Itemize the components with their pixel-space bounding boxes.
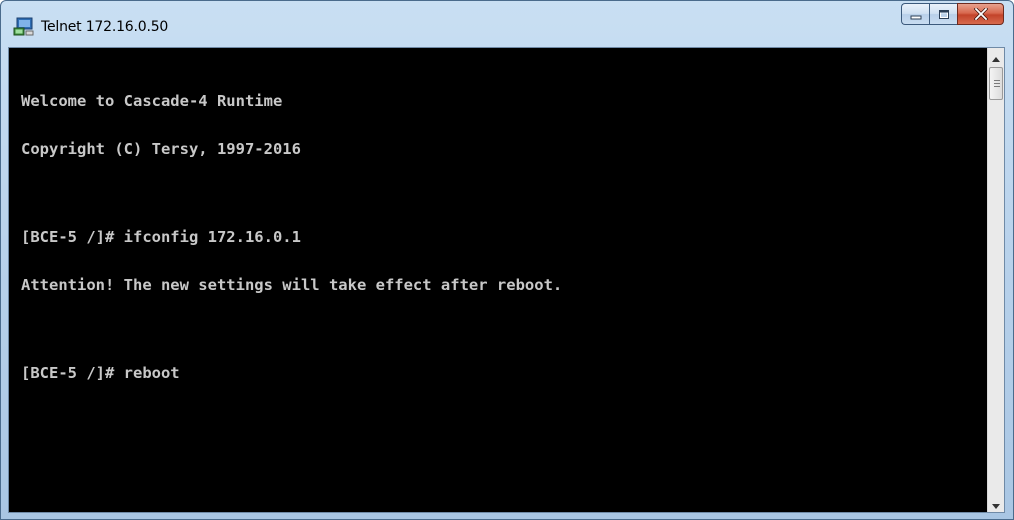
scroll-thumb[interactable] xyxy=(989,67,1003,100)
terminal-line-5: Attention! The new settings will take ef… xyxy=(21,276,563,294)
terminal-line-4: [BCE-5 /]# ifconfig 172.16.0.1 xyxy=(21,228,301,246)
scroll-down-arrow-icon xyxy=(992,494,1000,513)
terminal-area[interactable]: Welcome to Cascade-4 Runtime Copyright (… xyxy=(8,47,1005,513)
thumb-grip-line xyxy=(994,83,1000,84)
scroll-down-button[interactable] xyxy=(988,495,1004,512)
terminal-line-3 xyxy=(21,189,987,197)
thumb-grip-line xyxy=(994,86,1000,87)
terminal-output[interactable]: Welcome to Cascade-4 Runtime Copyright (… xyxy=(9,48,987,512)
maximize-button[interactable] xyxy=(929,3,957,25)
telnet-window: Telnet 172.16.0.50 Welcome to Cascade-4 … xyxy=(0,0,1014,520)
scroll-up-arrow-icon xyxy=(992,47,1000,66)
terminal-line-2: Copyright (C) Tersy, 1997-2016 xyxy=(21,140,301,158)
title-bar[interactable]: Telnet 172.16.0.50 xyxy=(1,1,1013,45)
thumb-grip-line xyxy=(994,80,1000,81)
close-icon xyxy=(973,5,988,24)
close-button[interactable] xyxy=(957,3,1004,25)
terminal-line-6 xyxy=(21,325,987,333)
telnet-app-icon[interactable] xyxy=(13,17,35,37)
vertical-scrollbar[interactable] xyxy=(987,48,1004,512)
maximize-icon xyxy=(938,5,950,24)
minimize-button[interactable] xyxy=(901,3,929,25)
scroll-up-button[interactable] xyxy=(988,48,1004,65)
terminal-line-7: [BCE-5 /]# reboot xyxy=(21,364,180,382)
terminal-line-1: Welcome to Cascade-4 Runtime xyxy=(21,92,283,110)
minimize-icon xyxy=(910,5,922,24)
window-title: Telnet 172.16.0.50 xyxy=(41,19,169,35)
caption-buttons xyxy=(901,3,1004,27)
